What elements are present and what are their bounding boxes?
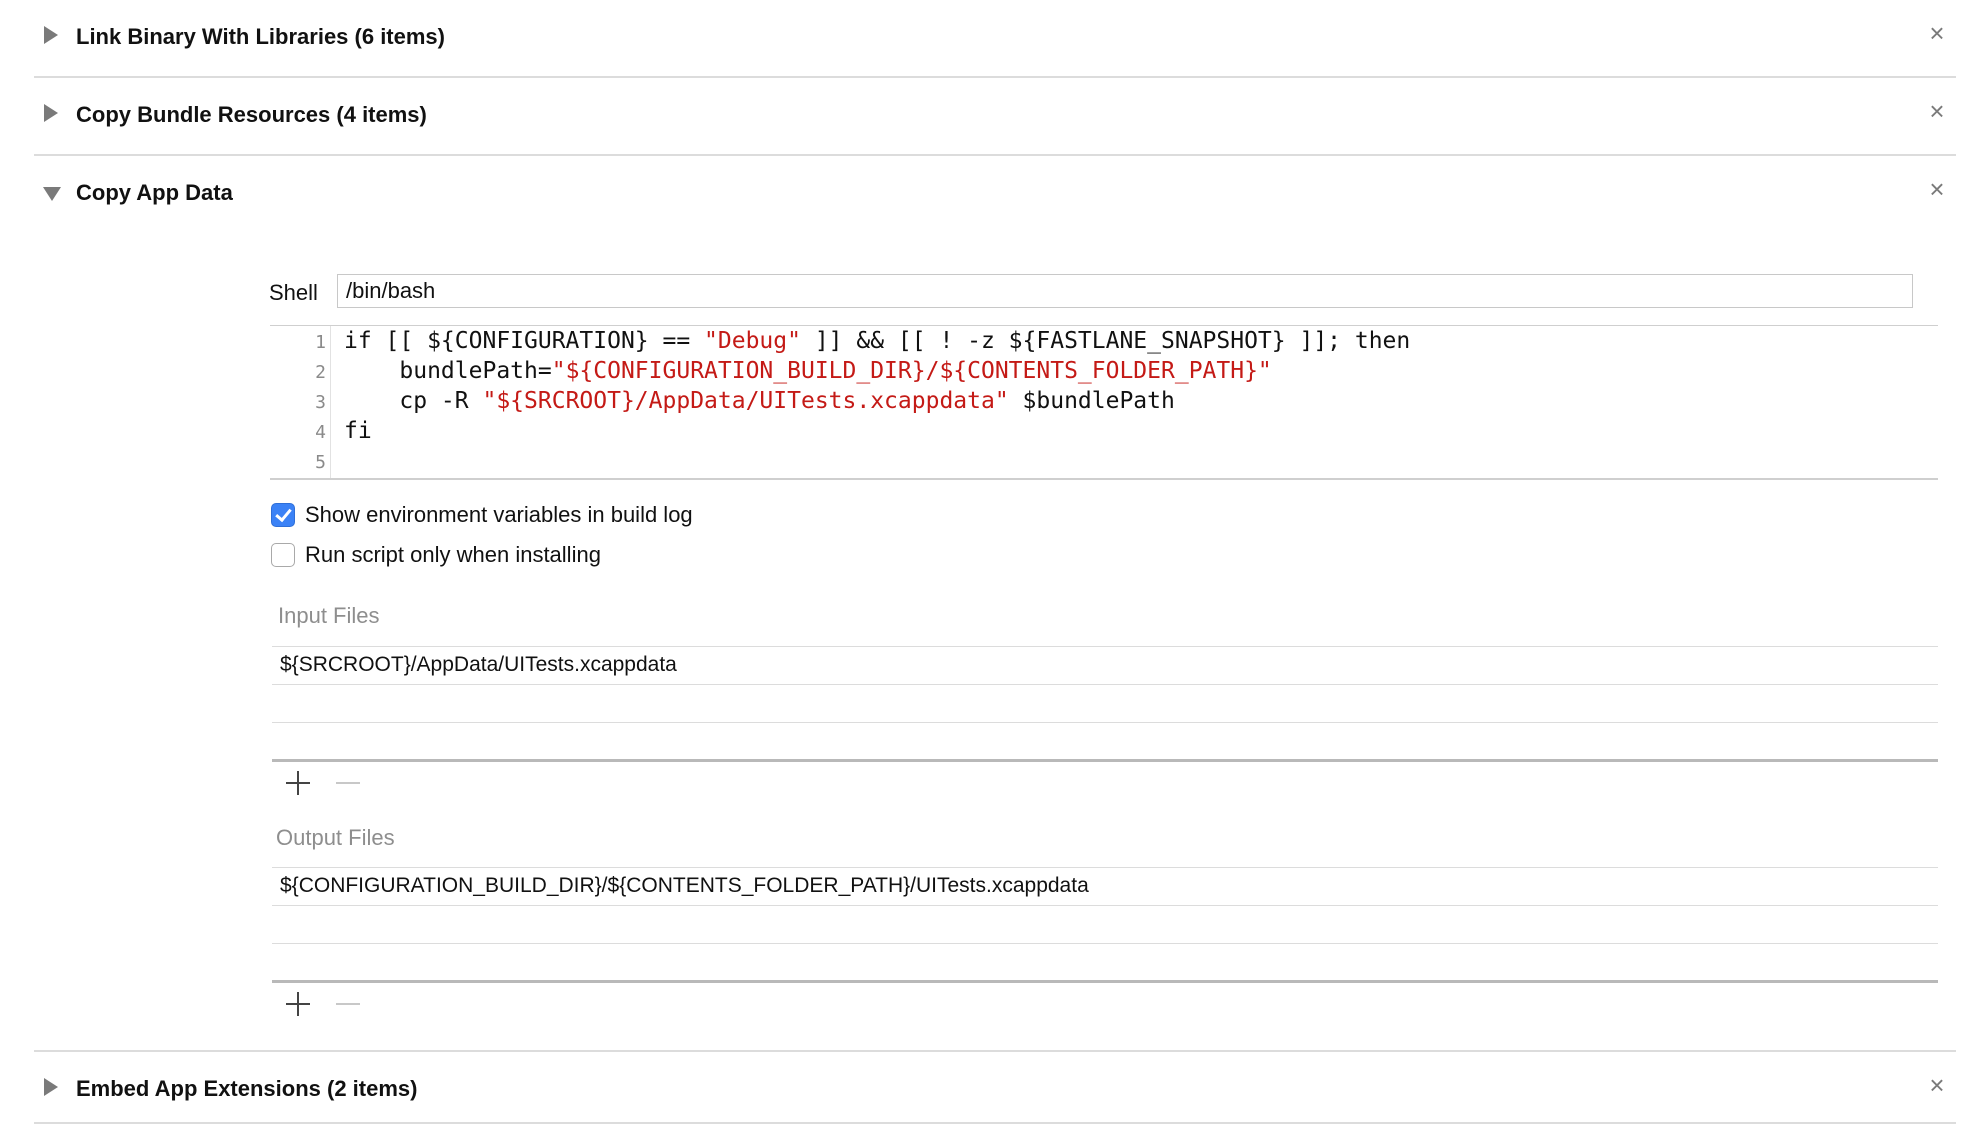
code-line: bundlePath="${CONFIGURATION_BUILD_DIR}/$… — [344, 358, 1272, 384]
line-number: 2 — [315, 362, 326, 383]
show-env-vars-label: Show environment variables in build log — [305, 502, 693, 527]
run-only-when-installing-label: Run script only when installing — [305, 542, 601, 567]
show-env-vars-checkbox[interactable] — [271, 503, 295, 527]
phase-title: Copy Bundle Resources (4 items) — [76, 102, 427, 127]
code-text: cp -R — [344, 388, 483, 414]
line-number: 1 — [315, 332, 326, 353]
plus-icon[interactable] — [286, 771, 310, 795]
disclosure-triangle-icon[interactable] — [43, 187, 61, 201]
empty-row[interactable] — [272, 905, 1938, 943]
disclosure-triangle-icon[interactable] — [44, 26, 58, 44]
code-text: $bundlePath — [1008, 388, 1175, 414]
disclosure-triangle-icon[interactable] — [44, 1078, 58, 1096]
phase-header[interactable]: Embed App Extensions (2 items) × — [34, 1052, 1956, 1128]
phase-title: Copy App Data — [76, 180, 233, 205]
output-files-label: Output Files — [276, 825, 395, 850]
phase-title: Embed App Extensions (2 items) — [76, 1076, 418, 1101]
phase-title: Link Binary With Libraries (6 items) — [76, 24, 445, 49]
disclosure-triangle-icon[interactable] — [44, 104, 58, 122]
code-text: if [[ ${CONFIGURATION} == — [344, 328, 705, 354]
close-icon[interactable]: × — [1924, 20, 1950, 46]
close-icon[interactable]: × — [1924, 98, 1950, 124]
output-files-list: ${CONFIGURATION_BUILD_DIR}/${CONTENTS_FO… — [272, 867, 1938, 987]
output-file-row[interactable]: ${CONFIGURATION_BUILD_DIR}/${CONTENTS_FO… — [272, 867, 1938, 904]
phase-header[interactable]: Link Binary With Libraries (6 items) × — [34, 0, 1956, 76]
input-file-row[interactable]: ${SRCROOT}/AppData/UITests.xcappdata — [272, 646, 1938, 683]
empty-row[interactable] — [272, 684, 1938, 722]
input-files-label: Input Files — [278, 603, 380, 628]
list-divider — [272, 980, 1938, 983]
close-icon[interactable]: × — [1924, 176, 1950, 202]
list-divider — [272, 759, 1938, 762]
line-number-gutter: 1 2 3 4 5 — [270, 326, 331, 478]
code-text: ]] && [[ ! -z ${FASTLANE_SNAPSHOT} ]]; t… — [800, 328, 1411, 354]
script-editor[interactable]: 1 2 3 4 5 if [[ ${CONFIGURATION} == "Deb… — [270, 325, 1938, 480]
phase-header[interactable]: Copy App Data × — [34, 156, 1956, 232]
empty-row[interactable] — [272, 943, 1938, 980]
shell-label: Shell — [269, 280, 318, 305]
code-text: bundlePath= — [344, 358, 552, 384]
code-line: fi — [344, 418, 372, 444]
line-number: 3 — [315, 392, 326, 413]
input-files-list: ${SRCROOT}/AppData/UITests.xcappdata — [272, 646, 1938, 766]
close-icon[interactable]: × — [1924, 1072, 1950, 1098]
code-line: cp -R "${SRCROOT}/AppData/UITests.xcappd… — [344, 388, 1175, 414]
plus-icon[interactable] — [286, 992, 310, 1016]
minus-icon[interactable] — [336, 771, 360, 795]
empty-row[interactable] — [272, 722, 1938, 759]
code-line: if [[ ${CONFIGURATION} == "Debug" ]] && … — [344, 328, 1410, 354]
phase-header[interactable]: Copy Bundle Resources (4 items) × — [34, 78, 1956, 154]
build-phase-link-binary: Link Binary With Libraries (6 items) × — [34, 0, 1956, 78]
shell-input[interactable]: /bin/bash — [337, 274, 1913, 308]
build-phase-copy-bundle-resources: Copy Bundle Resources (4 items) × — [34, 78, 1956, 156]
line-number: 5 — [315, 452, 326, 473]
code-string: "${CONFIGURATION_BUILD_DIR}/${CONTENTS_F… — [551, 358, 1272, 384]
run-only-when-installing-checkbox[interactable] — [271, 543, 295, 567]
line-number: 4 — [315, 422, 326, 443]
build-phase-embed-app-extensions: Embed App Extensions (2 items) × — [34, 1052, 1956, 1124]
minus-icon[interactable] — [336, 992, 360, 1016]
code-string: "${SRCROOT}/AppData/UITests.xcappdata" — [482, 388, 1009, 414]
code-string: "Debug" — [704, 328, 801, 354]
